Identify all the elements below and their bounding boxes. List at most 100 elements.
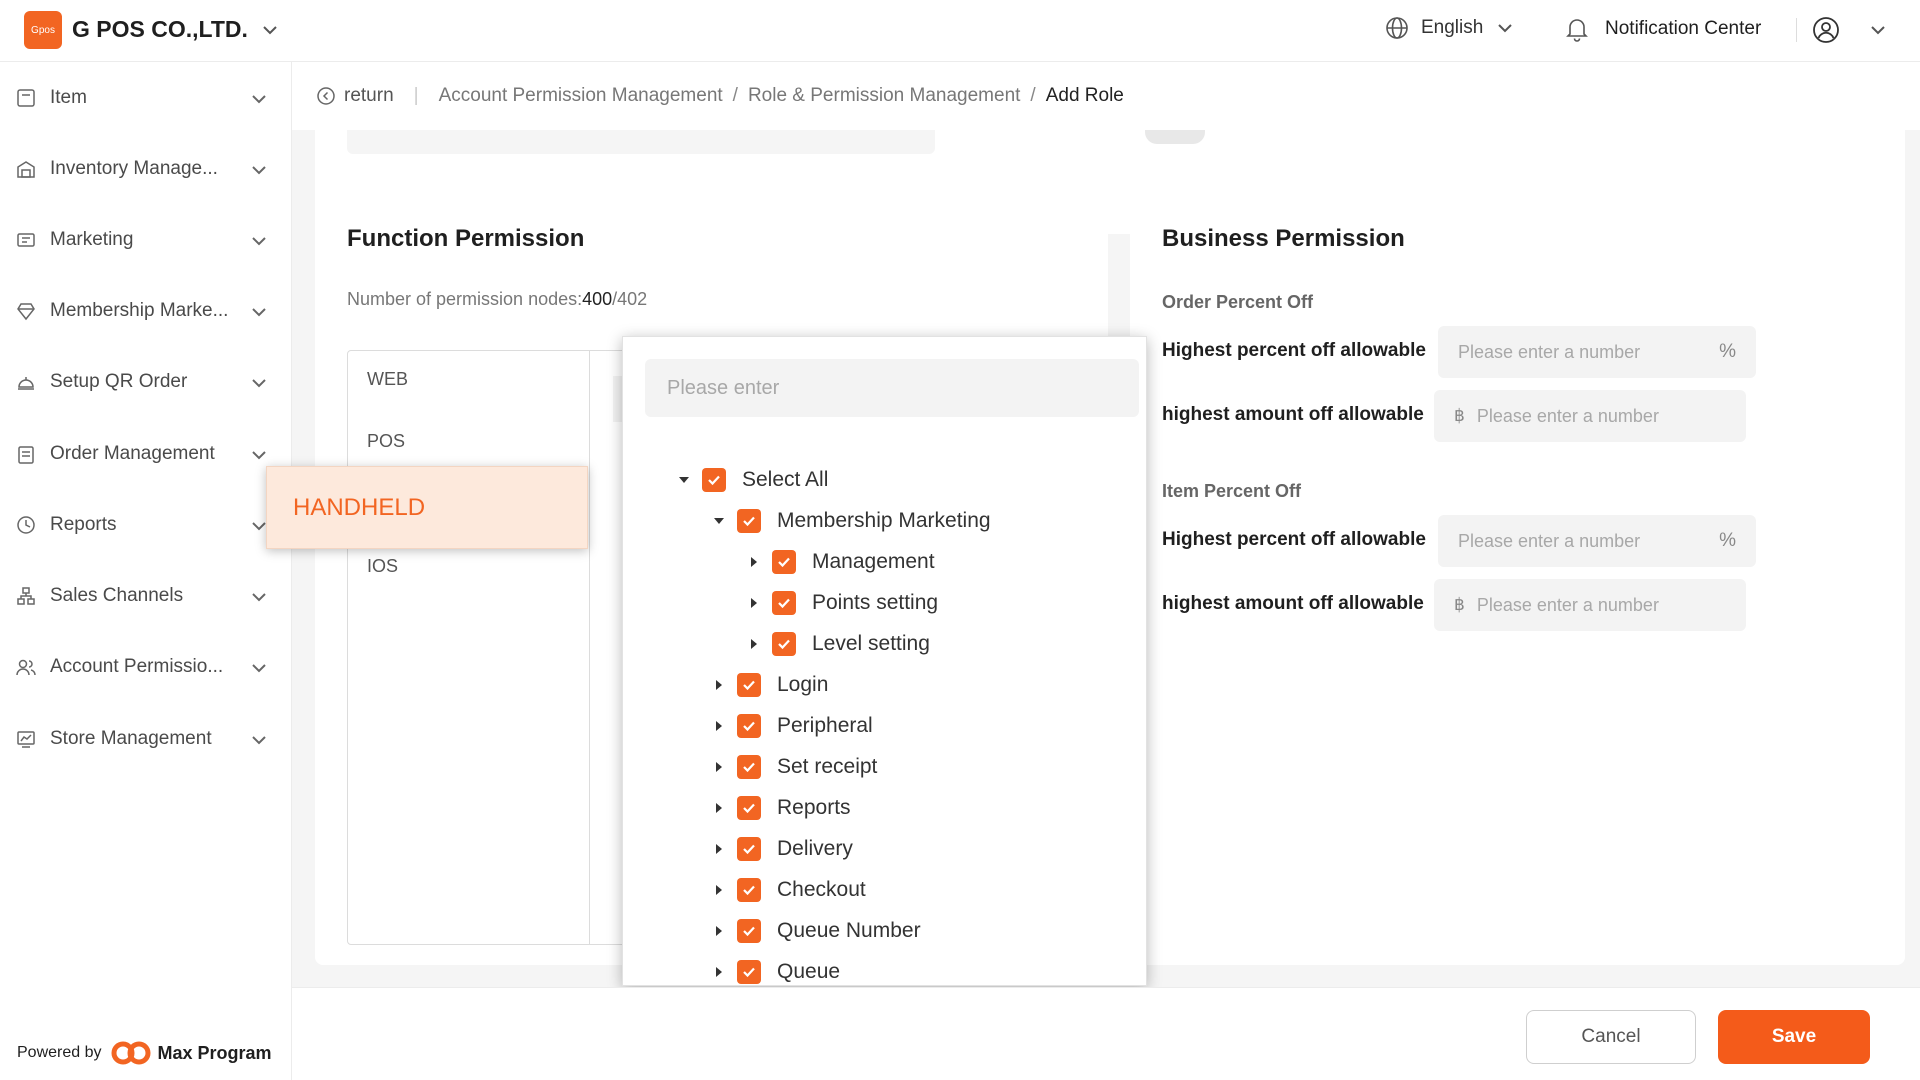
cancel-button[interactable]: Cancel	[1526, 1010, 1696, 1064]
sidebar-item-membership[interactable]: Membership Marke...	[0, 286, 292, 336]
sidebar-item-item[interactable]: Item	[0, 73, 292, 123]
breadcrumb-item[interactable]: Account Permission Management	[439, 85, 723, 107]
chevron-down-icon	[1498, 24, 1513, 33]
caret-down-icon[interactable]	[713, 515, 725, 527]
checkbox[interactable]	[772, 632, 796, 656]
sidebar-item-label: Account Permissio...	[50, 656, 224, 677]
company-name[interactable]: G POS CO.,LTD.	[72, 16, 248, 43]
caret-right-icon[interactable]	[748, 597, 760, 609]
chevron-down-icon	[252, 379, 266, 388]
role-name-input[interactable]	[347, 130, 935, 154]
currency-prefix: ฿	[1454, 595, 1465, 614]
tree-node[interactable]: Queue	[713, 957, 840, 985]
check-icon	[743, 844, 755, 855]
notification-label: Notification Center	[1605, 18, 1762, 39]
checkbox[interactable]	[737, 755, 761, 779]
check-icon	[778, 557, 790, 568]
tree-node[interactable]: Login	[713, 670, 828, 700]
sidebar-item-marketing[interactable]: Marketing	[0, 215, 292, 265]
caret-right-icon[interactable]	[713, 966, 725, 978]
brand-name: Max Program	[157, 1042, 272, 1063]
checkbox[interactable]	[737, 878, 761, 902]
save-button[interactable]: Save	[1718, 1010, 1870, 1064]
chevron-down-icon	[252, 664, 266, 673]
item-highest-percent-input[interactable]: Please enter a number %	[1438, 515, 1756, 567]
sidebar-item-store-management[interactable]: Store Management	[0, 714, 292, 764]
checkbox[interactable]	[772, 591, 796, 615]
tab-ios[interactable]: IOS	[367, 556, 398, 577]
caret-right-icon[interactable]	[748, 638, 760, 650]
tree-node[interactable]: Level setting	[748, 629, 930, 659]
sidebar-item-inventory[interactable]: Inventory Manage...	[0, 144, 292, 194]
caret-right-icon[interactable]	[713, 679, 725, 691]
tree-node[interactable]: Membership Marketing	[713, 506, 991, 536]
order-highest-amount-input[interactable]: ฿ Please enter a number	[1434, 390, 1746, 442]
language-selector[interactable]: English	[1385, 16, 1515, 40]
tree-node-label: Checkout	[777, 878, 866, 901]
sidebar-item-order-management[interactable]: Order Management	[0, 429, 292, 479]
tree-search-input[interactable]: Please enter	[645, 359, 1139, 417]
order-highest-percent-input[interactable]: Please enter a number %	[1438, 326, 1756, 378]
tree-node[interactable]: Delivery	[713, 834, 853, 864]
sidebar-item-qr-order[interactable]: Setup QR Order	[0, 357, 292, 407]
checkbox[interactable]	[772, 550, 796, 574]
breadcrumb-item[interactable]: Role & Permission Management	[748, 85, 1020, 107]
tab-web[interactable]: WEB	[367, 369, 408, 390]
tree-node-label: Queue Number	[777, 919, 921, 942]
sidebar-item-account-permission[interactable]: Account Permissio...	[0, 642, 292, 692]
sidebar-item-label: Inventory Manage...	[50, 158, 218, 179]
tree-node[interactable]: Select All	[678, 465, 828, 495]
tree-node[interactable]: Peripheral	[713, 711, 873, 741]
sidebar-item-label: Membership Marke...	[50, 300, 229, 321]
node-count-selected: 400	[582, 289, 613, 309]
notification-center[interactable]: Notification Center	[1565, 16, 1761, 42]
permission-node-count: Number of permission nodes:400/402	[347, 289, 647, 310]
logo-text: Gpos	[31, 24, 55, 36]
checkbox[interactable]	[737, 837, 761, 861]
tab-handheld-dragging[interactable]: HANDHELD	[266, 466, 588, 549]
item-percent-off-heading: Item Percent Off	[1162, 481, 1302, 501]
check-icon	[778, 639, 790, 650]
caret-right-icon[interactable]	[713, 761, 725, 773]
chevron-down-icon[interactable]	[260, 20, 280, 40]
order-highest-percent-label: Highest percent off allowable	[1162, 340, 1426, 361]
checkbox[interactable]	[702, 468, 726, 492]
caret-right-icon[interactable]	[713, 925, 725, 937]
sidebar-item-reports[interactable]: Reports	[0, 500, 292, 550]
caret-down-icon[interactable]	[678, 474, 690, 486]
checkbox[interactable]	[737, 509, 761, 533]
checkbox[interactable]	[737, 673, 761, 697]
tree-node[interactable]: Points setting	[748, 588, 938, 618]
tree-node[interactable]: Set receipt	[713, 752, 877, 782]
tree-node[interactable]: Management	[748, 547, 935, 577]
return-label: return	[344, 85, 394, 106]
top-bar: Gpos G POS CO.,LTD. English Notification…	[0, 0, 1920, 62]
item-highest-amount-input[interactable]: ฿ Please enter a number	[1434, 579, 1746, 631]
tree-node-label: Login	[777, 673, 829, 696]
sidebar-item-sales-channels[interactable]: Sales Channels	[0, 571, 292, 621]
footer-bar: Cancel Save	[292, 987, 1920, 1080]
tree-node[interactable]: Reports	[713, 793, 851, 823]
caret-right-icon[interactable]	[713, 884, 725, 896]
status-toggle[interactable]	[1145, 130, 1205, 144]
checkbox[interactable]	[737, 919, 761, 943]
tree-node[interactable]: Checkout	[713, 875, 866, 905]
platform-tabs: WEB POS IOS	[348, 351, 590, 944]
tree-node-label: Peripheral	[777, 714, 873, 737]
tree-node[interactable]: Queue Number	[713, 916, 921, 946]
checkbox[interactable]	[737, 960, 761, 984]
caret-right-icon[interactable]	[713, 720, 725, 732]
checkbox[interactable]	[737, 714, 761, 738]
caret-right-icon[interactable]	[713, 843, 725, 855]
chevron-down-icon	[252, 95, 266, 104]
order-highest-amount-label: highest amount off allowable	[1162, 404, 1424, 425]
caret-right-icon[interactable]	[713, 802, 725, 814]
user-avatar-icon[interactable]	[1812, 16, 1840, 44]
sidebar: Item Inventory Manage... Marketing Membe…	[0, 62, 292, 1080]
powered-by: Powered by Max Program	[17, 1040, 272, 1066]
tab-pos[interactable]: POS	[367, 431, 405, 452]
return-link[interactable]: return	[316, 85, 394, 107]
checkbox[interactable]	[737, 796, 761, 820]
chevron-down-icon[interactable]	[1868, 20, 1888, 40]
caret-right-icon[interactable]	[748, 556, 760, 568]
